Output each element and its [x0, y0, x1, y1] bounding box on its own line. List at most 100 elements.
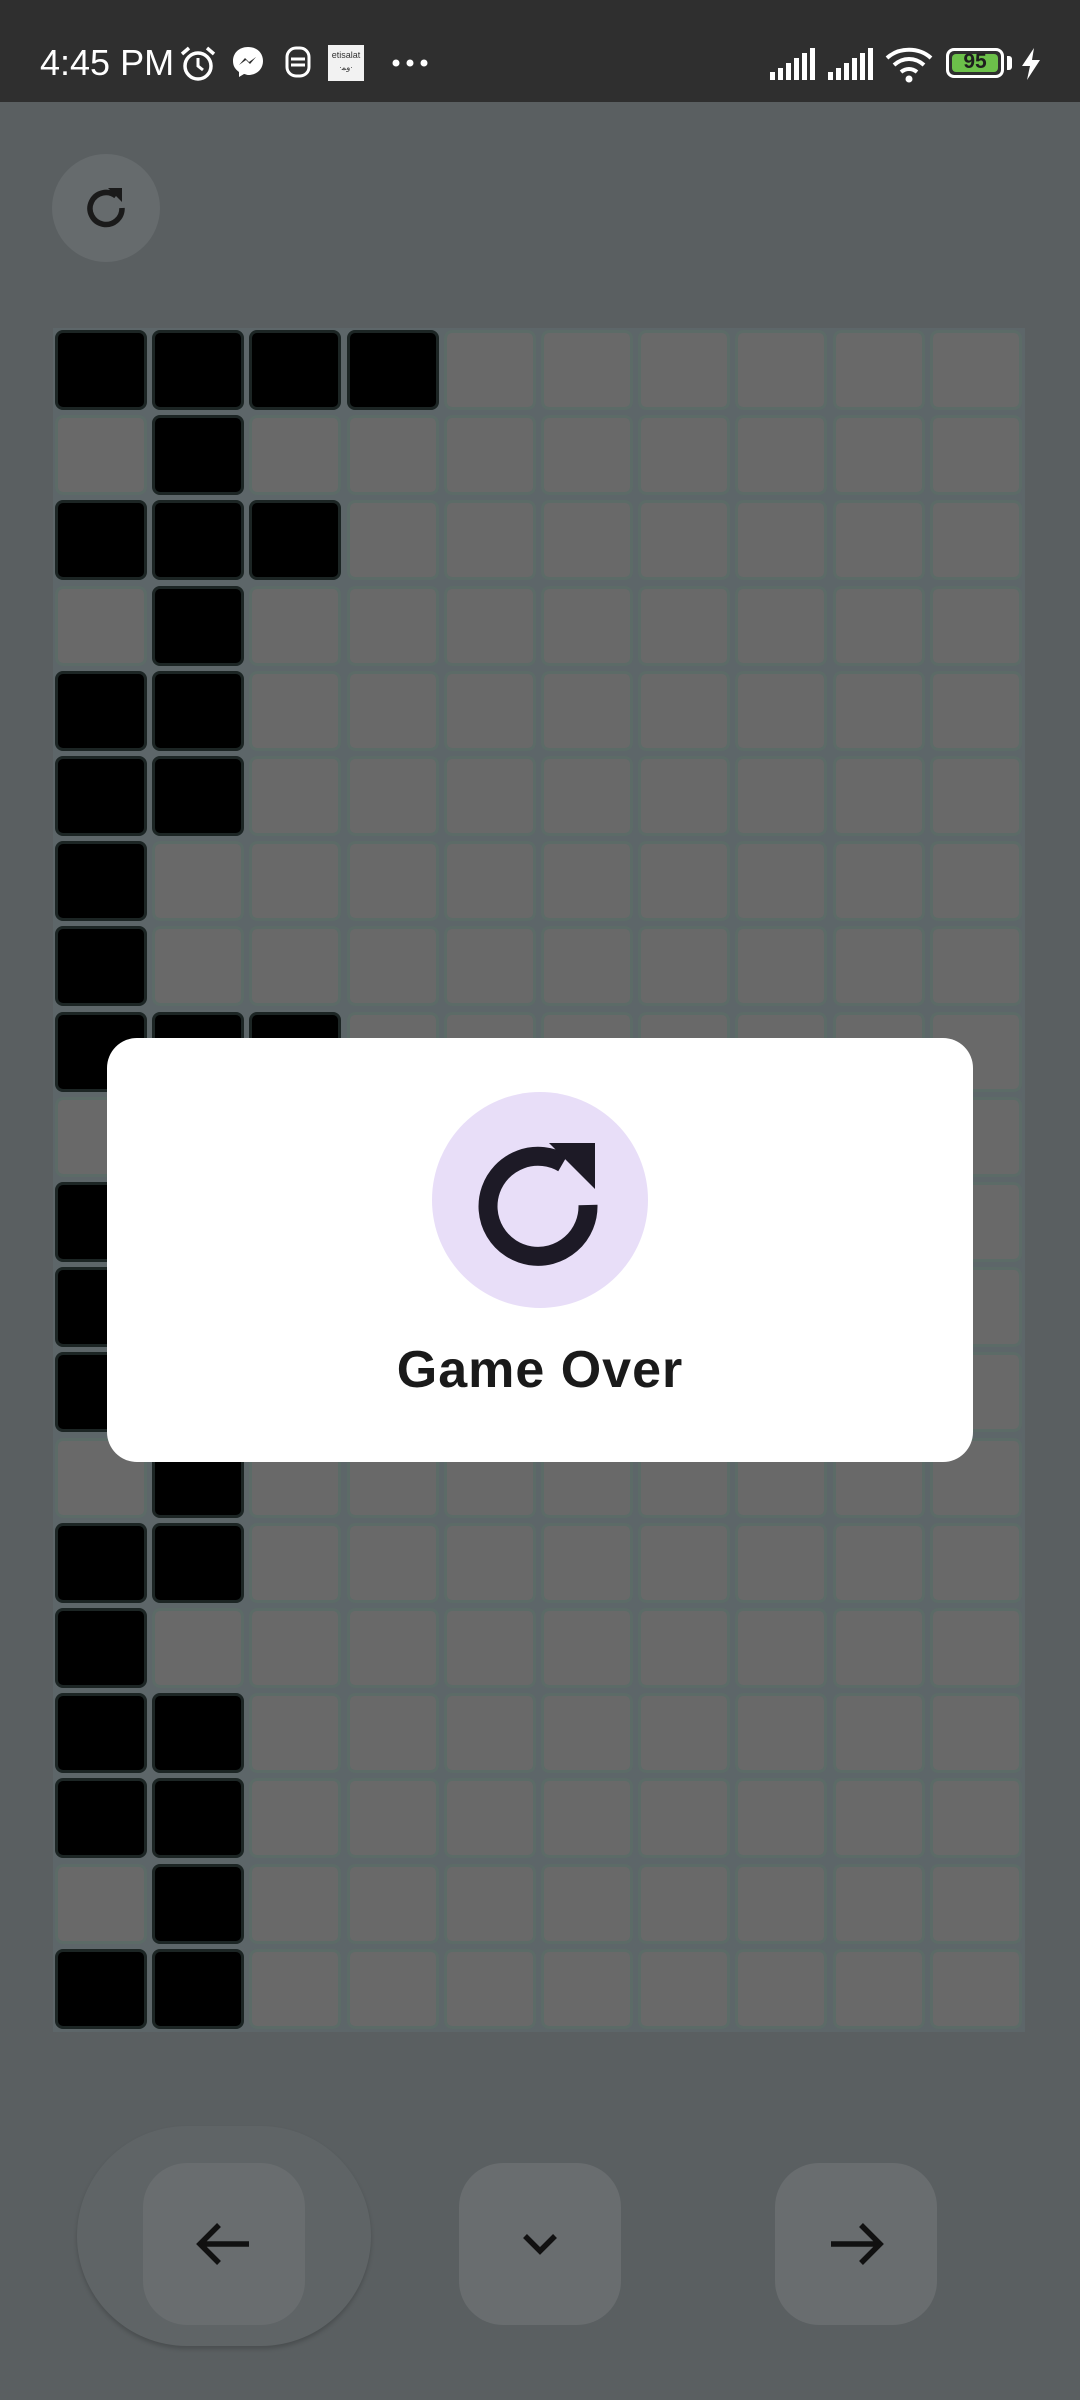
board-cell-empty: [735, 585, 828, 666]
board-cell-filled: [249, 500, 342, 581]
dialog-title: Game Over: [396, 1341, 684, 1399]
board-cell-filled: [152, 756, 245, 836]
charging-icon: [1022, 48, 1040, 80]
battery-level: 95: [963, 50, 987, 73]
board-cell-empty: [929, 1948, 1022, 2029]
board-cell-empty: [443, 1522, 536, 1603]
board-cell-empty: [55, 585, 147, 666]
board-cell-empty: [541, 1693, 633, 1774]
board-cell-empty: [638, 1863, 731, 1944]
board-cell-empty: [735, 670, 828, 751]
board-cell-empty: [929, 1863, 1022, 1944]
board-cell-empty: [929, 841, 1022, 922]
board-cell-filled: [55, 1522, 147, 1603]
move-left-button[interactable]: [143, 2163, 305, 2325]
board-cell-filled: [152, 1778, 245, 1859]
board-cell-empty: [443, 1863, 536, 1944]
board-cell-empty: [249, 1863, 342, 1944]
board-cell-empty: [249, 415, 342, 496]
board-cell-empty: [832, 1522, 925, 1603]
board-cell-filled: [152, 1863, 245, 1944]
board-cell-empty: [346, 756, 439, 836]
move-right-button[interactable]: [775, 2163, 937, 2325]
board-cell-empty: [443, 1693, 536, 1774]
board-cell-empty: [249, 1608, 342, 1688]
board-cell-empty: [346, 500, 439, 581]
board-cell-empty: [443, 841, 536, 922]
board-cell-filled: [55, 330, 147, 410]
board-cell-empty: [638, 670, 731, 751]
board-cell-empty: [832, 500, 925, 581]
board-cell-empty: [249, 1948, 342, 2029]
board-cell-empty: [832, 1608, 925, 1688]
board-cell-empty: [443, 585, 536, 666]
board-cell-empty: [443, 330, 536, 410]
status-time: 4:45 PM: [40, 42, 175, 83]
board-cell-empty: [929, 756, 1022, 836]
board-cell-empty: [929, 670, 1022, 751]
board-cell-empty: [541, 756, 633, 836]
board-cell-empty: [735, 841, 828, 922]
arrow-right-icon: [831, 2223, 884, 2265]
board-cell-empty: [929, 585, 1022, 666]
board-cell-empty: [152, 1608, 245, 1688]
battery-icon: 95: [946, 48, 1004, 78]
board-cell-empty: [541, 670, 633, 751]
board-cell-empty: [346, 670, 439, 751]
board-cell-empty: [249, 1778, 342, 1859]
board-cell-empty: [638, 1948, 731, 2029]
move-down-button[interactable]: [459, 2163, 621, 2325]
board-cell-empty: [443, 1608, 536, 1688]
battery-tip: [1007, 56, 1012, 70]
board-cell-empty: [541, 1778, 633, 1859]
board-cell-filled: [55, 500, 147, 581]
board-cell-empty: [638, 1608, 731, 1688]
board-cell-empty: [638, 500, 731, 581]
messenger-icon: [233, 47, 263, 77]
board-cell-empty: [832, 926, 925, 1007]
game-over-dialog: Game Over: [107, 1038, 973, 1462]
restart-icon[interactable]: [432, 1092, 648, 1308]
board-cell-filled: [152, 1693, 245, 1774]
board-cell-empty: [249, 756, 342, 836]
board-cell-empty: [929, 1778, 1022, 1859]
signal-icon: [770, 48, 815, 80]
restart-button[interactable]: [52, 154, 160, 262]
board-cell-filled: [55, 841, 147, 922]
board-cell-empty: [541, 1522, 633, 1603]
board-cell-empty: [249, 1693, 342, 1774]
board-cell-empty: [832, 415, 925, 496]
etisalat-icon: etisalat ·ﻭﻤ·: [328, 45, 364, 81]
board-cell-empty: [55, 1863, 147, 1944]
board-cell-empty: [638, 1693, 731, 1774]
board-cell-empty: [152, 926, 245, 1007]
board-cell-empty: [541, 585, 633, 666]
board-cell-empty: [152, 841, 245, 922]
board-cell-empty: [735, 1863, 828, 1944]
board-cell-empty: [443, 670, 536, 751]
board-cell-empty: [346, 585, 439, 666]
app-icon: [285, 46, 311, 78]
board-cell-empty: [735, 1778, 828, 1859]
board-cell-empty: [443, 1778, 536, 1859]
board-cell-empty: [929, 1608, 1022, 1688]
board-cell-empty: [541, 1863, 633, 1944]
board-cell-empty: [735, 756, 828, 836]
more-dots-icon: [392, 59, 428, 67]
board-cell-empty: [346, 1778, 439, 1859]
board-cell-empty: [541, 500, 633, 581]
board-cell-empty: [832, 670, 925, 751]
board-cell-empty: [735, 330, 828, 410]
board-cell-filled: [55, 1778, 147, 1859]
board-cell-filled: [55, 1693, 147, 1774]
board-cell-empty: [735, 1522, 828, 1603]
board-cell-filled: [346, 330, 439, 410]
board-cell-empty: [832, 756, 925, 836]
board-cell-filled: [55, 926, 147, 1007]
board-cell-empty: [346, 1522, 439, 1603]
board-cell-filled: [55, 1948, 147, 2029]
alarm-icon: [180, 46, 216, 81]
board-cell-empty: [929, 415, 1022, 496]
board-cell-empty: [638, 841, 731, 922]
board-cell-empty: [346, 1863, 439, 1944]
